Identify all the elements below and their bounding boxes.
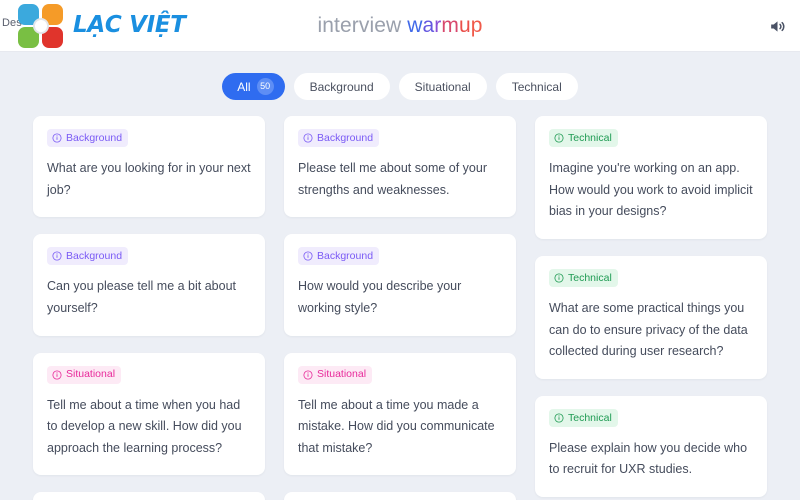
question-column-1: Background What are you looking for in y… — [33, 116, 265, 500]
question-column-2: Background Please tell me about some of … — [284, 116, 516, 500]
page-title-w4: m — [441, 14, 459, 37]
question-text: Imagine you're working on an app. How wo… — [549, 161, 753, 219]
filter-chip-all-count: 50 — [256, 78, 274, 95]
category-tag-label: Background — [66, 131, 123, 144]
question-card[interactable]: Situational When do you try to push thro… — [284, 492, 516, 500]
question-card-board: Background What are you looking for in y… — [0, 116, 800, 500]
category-tag: Technical — [549, 268, 618, 287]
filter-chip-all-label: All — [237, 79, 251, 94]
info-circle-icon — [303, 369, 313, 380]
question-text: Please explain how you decide who to rec… — [549, 440, 748, 477]
filter-chip-situational[interactable]: Situational — [398, 73, 487, 100]
info-circle-icon — [554, 413, 564, 423]
question-column-3: Technical Imagine you're working on an a… — [535, 116, 767, 500]
app-header: Des LẠC VIỆT interview warmup — [0, 0, 800, 52]
question-text: Can you please tell me a bit about yours… — [47, 279, 237, 315]
question-card[interactable]: Background How would you describe your w… — [284, 234, 516, 336]
page-title: interview warmup — [0, 14, 800, 38]
category-tag: Situational — [47, 365, 122, 384]
filter-chip-technical-label: Technical — [511, 79, 562, 94]
category-tag: Technical — [549, 408, 618, 427]
filter-chip-background-label: Background — [309, 79, 374, 94]
category-tag-label: Background — [317, 250, 374, 262]
question-card[interactable]: Situational Tell me about a time when yo… — [33, 352, 265, 476]
category-tag-label: Background — [66, 250, 123, 262]
category-tag: Background — [298, 247, 380, 266]
filter-chip-background[interactable]: Background — [293, 73, 390, 100]
question-text: What are some practical things you can d… — [549, 300, 748, 359]
page-title-interview: interview — [317, 14, 408, 37]
question-card[interactable]: Technical What are some practical things… — [535, 255, 767, 379]
category-tag-label: Technical — [568, 271, 612, 284]
question-text: How would you describe your working styl… — [298, 279, 462, 315]
category-tag: Background — [47, 129, 129, 147]
category-tag-label: Technical — [568, 131, 612, 144]
category-tag: Technical — [549, 129, 618, 147]
info-circle-icon — [52, 251, 62, 261]
info-circle-icon — [52, 369, 62, 380]
question-card[interactable]: Background Please tell me about some of … — [284, 116, 516, 218]
category-tag-label: Situational — [317, 368, 367, 381]
question-card[interactable]: Background What are you looking for in y… — [33, 116, 265, 218]
info-circle-icon — [554, 273, 564, 283]
info-circle-icon — [554, 133, 564, 143]
category-tag: Background — [298, 129, 380, 147]
question-text: Tell me about a time you made a mistake.… — [298, 397, 495, 455]
filter-chip-situational-label: Situational — [414, 79, 471, 94]
question-card[interactable]: Technical What are some design considera… — [33, 492, 265, 500]
info-circle-icon — [303, 133, 313, 143]
category-tag-label: Background — [317, 131, 374, 144]
question-card[interactable]: Technical Imagine you're working on an a… — [535, 116, 767, 239]
info-circle-icon — [303, 251, 313, 261]
page-title-w5: u — [458, 14, 471, 37]
filter-chip-technical[interactable]: Technical — [495, 73, 578, 100]
category-filter-bar: All 50 Background Situational Technical — [0, 52, 800, 116]
info-circle-icon — [52, 133, 62, 143]
category-tag-label: Technical — [568, 411, 612, 424]
page-title-w2: a — [422, 14, 435, 37]
page-title-w6: p — [470, 14, 483, 37]
category-tag-label: Situational — [66, 368, 116, 381]
question-text: Tell me about a time when you had to dev… — [47, 397, 242, 455]
filter-chip-all[interactable]: All 50 — [222, 73, 285, 100]
question-card[interactable]: Technical Please explain how you decide … — [535, 395, 767, 497]
question-card[interactable]: Situational Tell me about a time you mad… — [284, 352, 516, 476]
question-card[interactable]: Background Can you please tell me a bit … — [33, 234, 265, 336]
question-text: Please tell me about some of your streng… — [298, 161, 487, 197]
question-text: What are you looking for in your next jo… — [47, 161, 251, 197]
page-title-w1: w — [407, 14, 423, 37]
speaker-volume-icon[interactable] — [763, 12, 791, 40]
category-tag: Situational — [298, 365, 373, 384]
category-tag: Background — [47, 247, 129, 266]
